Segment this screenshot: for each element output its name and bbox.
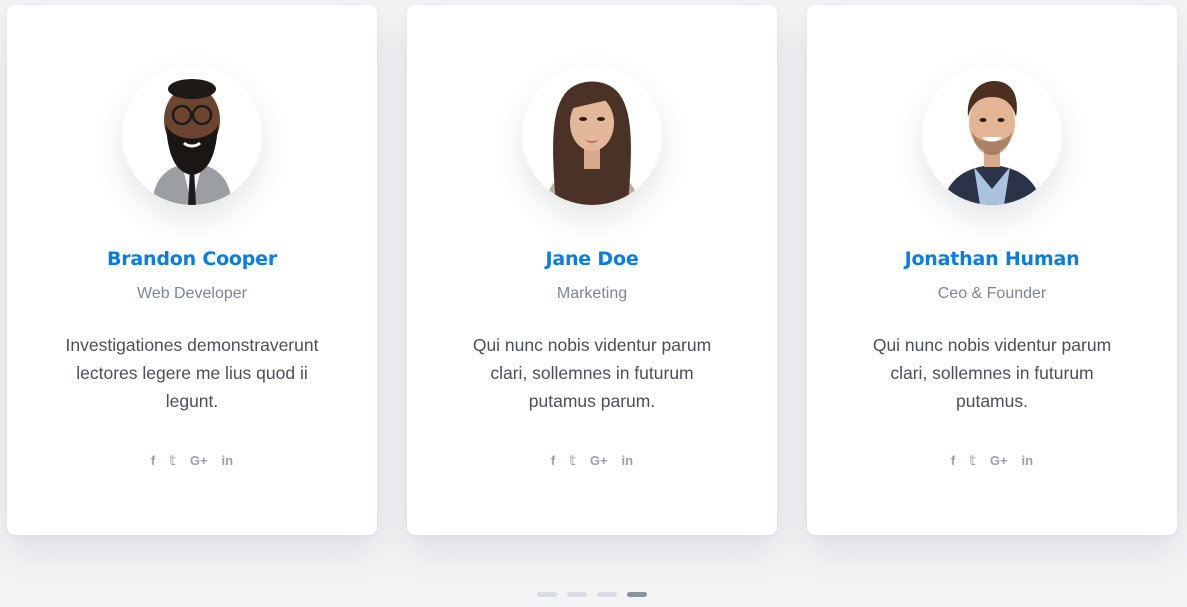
avatar <box>122 65 262 205</box>
member-name: Jane Doe <box>545 248 639 270</box>
member-role: Ceo & Founder <box>937 285 1047 302</box>
facebook-icon[interactable]: f <box>951 453 955 469</box>
facebook-icon[interactable]: f <box>151 453 155 469</box>
linkedin-icon[interactable]: in <box>1022 453 1034 469</box>
pagination-dot[interactable] <box>597 592 617 597</box>
member-name: Brandon Cooper <box>106 248 278 270</box>
avatar-photo-icon <box>522 65 662 205</box>
social-links: f 𝕥 G+ in <box>407 453 777 469</box>
social-links: f 𝕥 G+ in <box>807 453 1177 469</box>
member-role: Marketing <box>556 285 628 302</box>
google-plus-icon[interactable]: G+ <box>190 453 208 469</box>
member-name: Jonathan Human <box>904 248 1080 270</box>
avatar <box>922 65 1062 205</box>
team-card: Jane Doe Marketing Qui nunc nobis vident… <box>407 5 777 535</box>
google-plus-icon[interactable]: G+ <box>590 453 608 469</box>
linkedin-icon[interactable]: in <box>622 453 634 469</box>
member-bio: Investigationes demonstraverunt lectores… <box>65 335 319 411</box>
twitter-icon[interactable]: 𝕥 <box>569 453 576 469</box>
member-bio: Qui nunc nobis videntur parum clari, sol… <box>472 335 712 411</box>
avatar-photo-icon <box>122 65 262 205</box>
facebook-icon[interactable]: f <box>551 453 555 469</box>
pagination-dot[interactable] <box>537 592 557 597</box>
member-role: Web Developer <box>137 285 247 302</box>
member-bio: Qui nunc nobis videntur parum clari, sol… <box>872 335 1112 411</box>
team-carousel: Brandon Cooper Web Developer Investigati… <box>0 0 1187 607</box>
pagination-dot-active[interactable] <box>627 592 647 597</box>
team-card: Brandon Cooper Web Developer Investigati… <box>7 5 377 535</box>
google-plus-icon[interactable]: G+ <box>990 453 1008 469</box>
carousel-pagination <box>537 592 647 597</box>
pagination-dot[interactable] <box>567 592 587 597</box>
avatar-photo-icon <box>922 65 1062 205</box>
social-links: f 𝕥 G+ in <box>7 453 377 469</box>
linkedin-icon[interactable]: in <box>222 453 234 469</box>
twitter-icon[interactable]: 𝕥 <box>169 453 176 469</box>
twitter-icon[interactable]: 𝕥 <box>969 453 976 469</box>
avatar <box>522 65 662 205</box>
team-card: Jonathan Human Ceo & Founder Qui nunc no… <box>807 5 1177 535</box>
